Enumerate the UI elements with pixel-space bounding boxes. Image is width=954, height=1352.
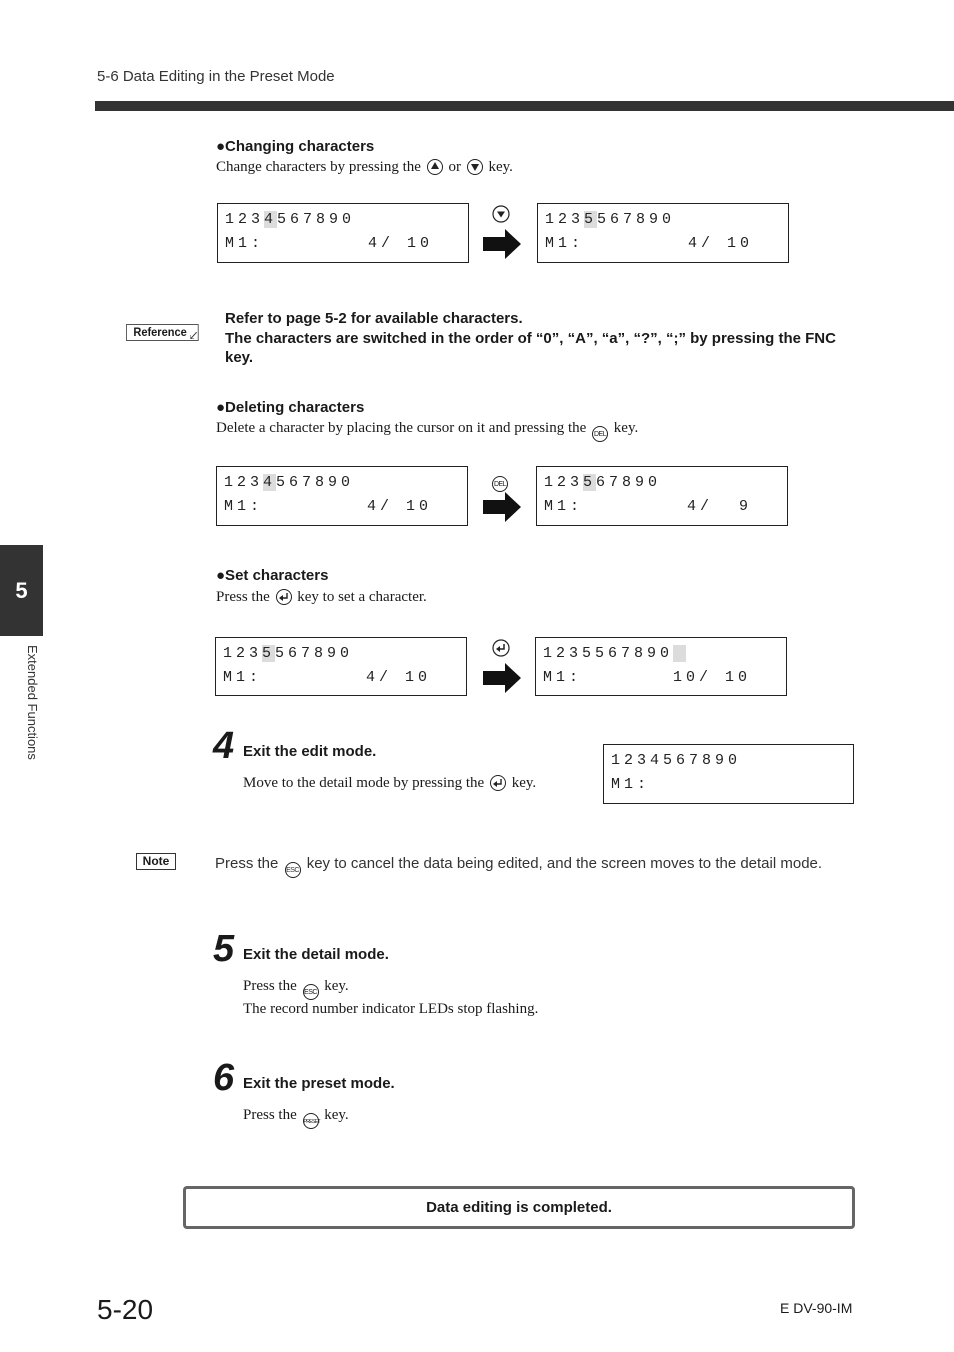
arrow-right-icon: [483, 229, 521, 264]
step-text: The record number indicator LEDs stop fl…: [243, 1001, 539, 1017]
arrow-right-icon: [483, 663, 521, 698]
enter-key-icon: [489, 775, 506, 791]
text: Delete a character by placing the cursor…: [216, 420, 587, 436]
section-text-changing: Change characters by pressing the or key…: [216, 159, 513, 176]
lcd-before-setting: 1235567890 M1: 4/ 10: [215, 637, 467, 696]
reference-line: Refer to page 5-2 for available characte…: [225, 310, 523, 327]
chapter-label: Extended Functions: [25, 645, 40, 760]
lcd-line-2: M1: 4/ 10: [225, 235, 434, 252]
reference-text: Refer to page 5-2 for available characte…: [225, 309, 855, 368]
lcd-line-1: 1234567890: [224, 471, 467, 495]
lcd-cursor: 4: [263, 474, 277, 491]
lcd-text: 123: [223, 645, 263, 662]
text: key.: [324, 1107, 349, 1123]
lcd-text: 567890: [276, 474, 355, 491]
lcd-before-changing: 1234567890 M1: 4/ 10: [217, 203, 469, 263]
lcd-text: 123: [224, 474, 264, 491]
down-key-icon: [492, 205, 510, 228]
page-number: 5-20: [97, 1294, 154, 1325]
lcd-line-2: M1: 4/ 10: [223, 669, 432, 686]
lcd-after-deleting: 123567890 M1: 4/ 9: [536, 466, 788, 526]
lcd-line-2: M1: 4/ 10: [545, 235, 754, 252]
step-text: Press the PRESET key.: [243, 1107, 349, 1129]
text: key to set a character.: [297, 589, 427, 605]
lcd-line-1: 1235567890: [545, 208, 788, 232]
text: Press the: [243, 1107, 297, 1123]
lcd-line-1: 1235567890: [223, 642, 466, 666]
lcd-line-1: 1234567890: [611, 752, 742, 769]
lcd-line-2: M1: 4/ 9: [544, 498, 753, 515]
completion-banner: Data editing is completed.: [183, 1186, 855, 1229]
preset-key-icon: PRESET: [302, 1113, 321, 1129]
note-tag: Note: [136, 853, 176, 870]
lcd-text: 1235567890: [543, 645, 674, 662]
page-corner-icon: [190, 332, 197, 339]
lcd-text: 123: [545, 211, 585, 228]
section-title-setting: ●Set characters: [216, 567, 329, 584]
lcd-text: 123: [544, 474, 584, 491]
step-title: Exit the preset mode.: [243, 1075, 395, 1092]
step-text: Press the ESC key.: [243, 978, 349, 1000]
lcd-line-2: M1:: [611, 776, 651, 793]
header-rule: [95, 101, 954, 111]
text: key.: [488, 159, 513, 175]
step-title: Exit the detail mode.: [243, 946, 389, 963]
running-header: 5-6 Data Editing in the Preset Mode: [97, 68, 335, 85]
esc-key-icon: ESC: [284, 862, 301, 878]
step-text: Move to the detail mode by pressing the …: [243, 775, 536, 792]
lcd-line-2: M1: 4/ 10: [224, 498, 433, 515]
lcd-text: 567890: [277, 211, 356, 228]
lcd-cursor: 4: [264, 211, 278, 228]
enter-key-icon: [275, 589, 292, 605]
lcd-cursor: [673, 645, 687, 662]
lcd-cursor: 5: [584, 211, 598, 228]
note-text: Press the ESC key to cancel the data bei…: [215, 855, 822, 878]
text: key to cancel the data being edited, and…: [306, 855, 823, 872]
text: Press the: [215, 855, 279, 872]
reference-line: The characters are switched in the order…: [225, 329, 836, 367]
del-key-icon: DEL: [592, 426, 609, 442]
lcd-text: 567890: [275, 645, 354, 662]
text: key.: [511, 775, 537, 791]
lcd-line-1: 1235567890: [543, 642, 786, 666]
chapter-tab: 5: [0, 545, 43, 636]
text: Move to the detail mode by pressing the: [243, 775, 485, 791]
lcd-before-deleting: 1234567890 M1: 4/ 10: [216, 466, 468, 526]
section-title-deleting: ●Deleting characters: [216, 399, 365, 416]
reference-tag-label: Reference: [133, 325, 187, 339]
step-number: 5: [213, 928, 235, 970]
text: key.: [613, 420, 639, 436]
lcd-cursor: 5: [583, 474, 597, 491]
text: Change characters by pressing the: [216, 159, 421, 175]
reference-tag: Reference: [126, 324, 199, 341]
step-number: 4: [213, 725, 235, 767]
lcd-text: 67890: [596, 474, 662, 491]
section-title-changing: ●Changing characters: [216, 138, 375, 155]
document-code: E DV-90-IM: [780, 1300, 853, 1316]
text: Press the: [216, 589, 270, 605]
del-key-icon: DEL: [492, 469, 508, 492]
step-title: Exit the edit mode.: [243, 743, 377, 760]
step-number: 6: [213, 1057, 235, 1099]
lcd-after-setting: 1235567890 M1: 10/ 10: [535, 637, 787, 696]
text: Press the: [243, 978, 297, 994]
lcd-line-1: 123567890: [544, 471, 787, 495]
lcd-step-4: 1234567890 M1:: [603, 744, 854, 804]
del-key-label: DEL: [492, 476, 508, 492]
esc-key-icon: ESC: [302, 984, 319, 1000]
section-text-deleting: Delete a character by placing the cursor…: [216, 420, 638, 442]
lcd-after-changing: 1235567890 M1: 4/ 10: [537, 203, 789, 263]
lcd-line-2: M1: 10/ 10: [543, 669, 752, 686]
up-key-icon: [426, 159, 443, 175]
arrow-right-icon: [483, 492, 521, 527]
down-key-icon: [466, 159, 483, 175]
lcd-cursor: 5: [262, 645, 276, 662]
lcd-text: 123: [225, 211, 265, 228]
section-text-setting: Press the key to set a character.: [216, 589, 427, 606]
enter-key-icon: [492, 639, 510, 662]
lcd-line-1: 1234567890: [225, 208, 468, 232]
lcd-text: 567890: [597, 211, 676, 228]
text: or: [448, 159, 461, 175]
text: key.: [324, 978, 349, 994]
